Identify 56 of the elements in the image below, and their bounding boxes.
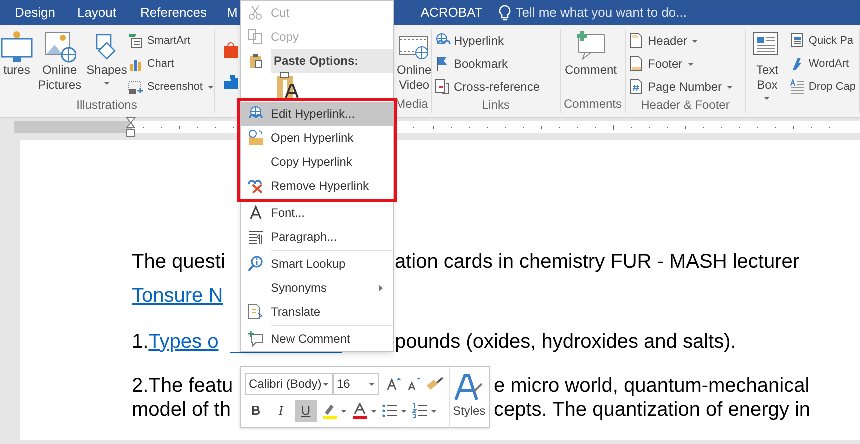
body-text: model of th [132, 398, 231, 422]
menu-item[interactable]: Translate [241, 300, 393, 324]
menu-item[interactable]: Remove Hyperlink [241, 174, 393, 198]
menu-section-header: Paste Options: [271, 49, 393, 73]
ribbon-button[interactable]: Text Box [749, 29, 786, 100]
ribbon-button[interactable]: Drop Cap [790, 78, 856, 96]
font-name-field[interactable]: Calibri (Body) [245, 373, 333, 395]
menu-item[interactable]: Paragraph... [241, 225, 393, 249]
menu-item[interactable]: Smart Lookup [241, 252, 393, 276]
ribbon-button[interactable]: Quick Pa [790, 32, 856, 50]
menu-item[interactable]: Font... [241, 201, 393, 225]
ribbon-button[interactable]: Screenshot [128, 78, 214, 96]
ribbon-tab[interactable]: Design [15, 2, 56, 22]
ribbon-button[interactable]: Online Video [396, 29, 433, 93]
ribbon-button[interactable]: Header [629, 32, 734, 50]
font-size-field[interactable]: 16 [333, 373, 379, 395]
ribbon-tab[interactable]: ACROBAT [420, 2, 483, 22]
group-label: Header & Footer [641, 97, 730, 114]
body-text: The questi [132, 250, 226, 274]
ribbon-button[interactable]: Bookmark [435, 55, 540, 73]
group-label: Comments [564, 96, 622, 113]
hyperlink[interactable]: Tonsure N [132, 284, 224, 308]
hyperlink[interactable]: Types o [148, 330, 219, 354]
ribbon-button[interactable]: tures [0, 29, 34, 78]
menu-item[interactable]: New Comment [241, 327, 393, 351]
body-text: ation cards in chemistry FUR - MASH lecturer [395, 250, 800, 274]
format-button[interactable]: I [270, 400, 292, 422]
ribbon-button[interactable]: Footer [629, 55, 734, 73]
body-text: e micro world, quantum-mechanical [494, 374, 810, 398]
ribbon-button[interactable]: Cross-reference [435, 78, 540, 96]
ribbon-button[interactable]: Shapes [86, 29, 128, 85]
styles-button[interactable]: Styles [449, 367, 489, 427]
ribbon-tab[interactable]: M [227, 2, 238, 22]
ribbon-button[interactable]: Comment [564, 29, 618, 78]
body-text: cepts. The quantization of energy in [494, 398, 811, 422]
menu-item[interactable]: Open Hyperlink [241, 126, 393, 150]
ribbon-button[interactable]: SmartArt [128, 32, 214, 50]
ribbon-tab[interactable]: References [140, 2, 207, 22]
format-button[interactable]: U [295, 400, 317, 422]
body-text: 2.The featu [132, 374, 234, 398]
ribbon-button[interactable]: Hyperlink [435, 32, 540, 50]
group-label: Links [482, 97, 510, 114]
ribbon-button[interactable]: Online Pictures [34, 29, 86, 93]
ribbon-button[interactable]: Chart [128, 55, 214, 73]
format-button[interactable]: B [245, 400, 267, 422]
ribbon-button[interactable]: Page Number [629, 78, 734, 96]
menu-item[interactable]: Copy Hyperlink [241, 150, 393, 174]
tell-me-field[interactable]: Tell me what you want to do... [516, 2, 687, 22]
group-label: Media [396, 96, 428, 113]
ribbon-button[interactable]: WordArt [790, 55, 856, 73]
group-label: Illustrations [76, 97, 138, 114]
menu-item[interactable]: Synonyms [241, 276, 393, 300]
body-text: pounds (oxides, hydroxides and salts). [395, 330, 736, 354]
menu-item[interactable]: Edit Hyperlink... [241, 102, 393, 126]
ribbon-tab[interactable]: Layout [77, 2, 117, 22]
body-text: 1. [132, 330, 149, 354]
